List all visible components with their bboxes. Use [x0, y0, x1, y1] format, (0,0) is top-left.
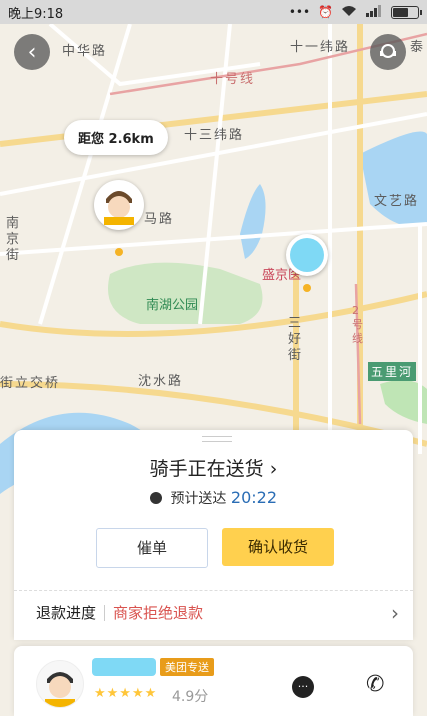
chevron-right-icon: ›	[269, 458, 278, 480]
rider-pin-dot	[115, 248, 123, 256]
service-button[interactable]	[370, 34, 406, 70]
rider-name-redacted	[92, 658, 156, 676]
distance-bubble: 距您 2.6km	[64, 120, 168, 155]
confirm-receipt-button[interactable]: 确认收货	[222, 528, 334, 566]
user-avatar-icon	[290, 238, 324, 272]
road-label: 马路	[144, 212, 175, 227]
road-label: 十三纬路	[184, 128, 245, 143]
destination-pin[interactable]	[286, 234, 328, 276]
rating-score: 4.9分	[172, 689, 209, 705]
road-label: 三好街	[288, 316, 304, 363]
road-label: 文艺路	[374, 194, 420, 209]
avatar[interactable]	[36, 660, 84, 708]
status-icons: ••• ⏰	[288, 4, 422, 20]
chat-icon[interactable]: ···	[292, 676, 314, 698]
delivery-status-card: 骑手正在送货 › 预计送达 20:22 催单 确认收货 退款进度 商家拒绝退款 …	[14, 430, 413, 640]
park-label: 南湖公园	[146, 298, 199, 313]
delivery-badge: 美团专送	[160, 658, 214, 676]
chevron-right-icon: ›	[391, 600, 399, 625]
road-label: 泰	[410, 40, 426, 55]
clock-icon	[149, 492, 162, 504]
road-label: 十一纬路	[290, 40, 351, 55]
status-time: 晚上9:18	[8, 6, 64, 22]
rider-avatar-icon	[104, 191, 134, 225]
more-dots-icon: •••	[288, 5, 311, 19]
rating-stars: ★★★★★	[94, 686, 158, 701]
road-label: 南京街	[6, 216, 22, 263]
divider	[104, 604, 106, 621]
alarm-icon: ⏰	[318, 5, 333, 19]
rider-map-pin[interactable]	[94, 180, 144, 230]
phone-icon[interactable]: ✆	[366, 672, 384, 697]
destination-pin-dot	[303, 284, 311, 292]
urge-order-button[interactable]: 催单	[96, 528, 208, 568]
wifi-icon	[341, 5, 357, 20]
eta-row: 预计送达 20:22	[14, 488, 413, 508]
road-label: 十号线	[210, 72, 256, 87]
refund-label: 退款进度	[36, 604, 97, 622]
road-label: 五里河	[368, 362, 417, 381]
road-label: 街立交桥	[0, 376, 61, 391]
back-button[interactable]: ‹	[14, 34, 50, 70]
road-label: 2号线	[352, 304, 365, 345]
refund-status: 商家拒绝退款	[113, 604, 204, 622]
status-bar: 晚上9:18 ••• ⏰	[0, 0, 427, 24]
road-label: 沈水路	[138, 374, 184, 389]
road-label: 中华路	[62, 44, 108, 59]
eta-time: 20:22	[230, 488, 277, 507]
rider-info-card: 美团专送 ★★★★★ 4.9分 ··· ✆	[14, 646, 413, 716]
drag-handle[interactable]	[202, 436, 232, 442]
signal-icon	[365, 4, 383, 20]
eta-label: 预计送达	[170, 491, 227, 507]
refund-progress-row[interactable]: 退款进度 商家拒绝退款 ›	[14, 590, 413, 634]
headset-icon	[380, 44, 396, 58]
chevron-left-icon: ‹	[27, 39, 37, 65]
battery-icon	[391, 5, 422, 19]
delivery-status-title[interactable]: 骑手正在送货 ›	[14, 454, 413, 481]
